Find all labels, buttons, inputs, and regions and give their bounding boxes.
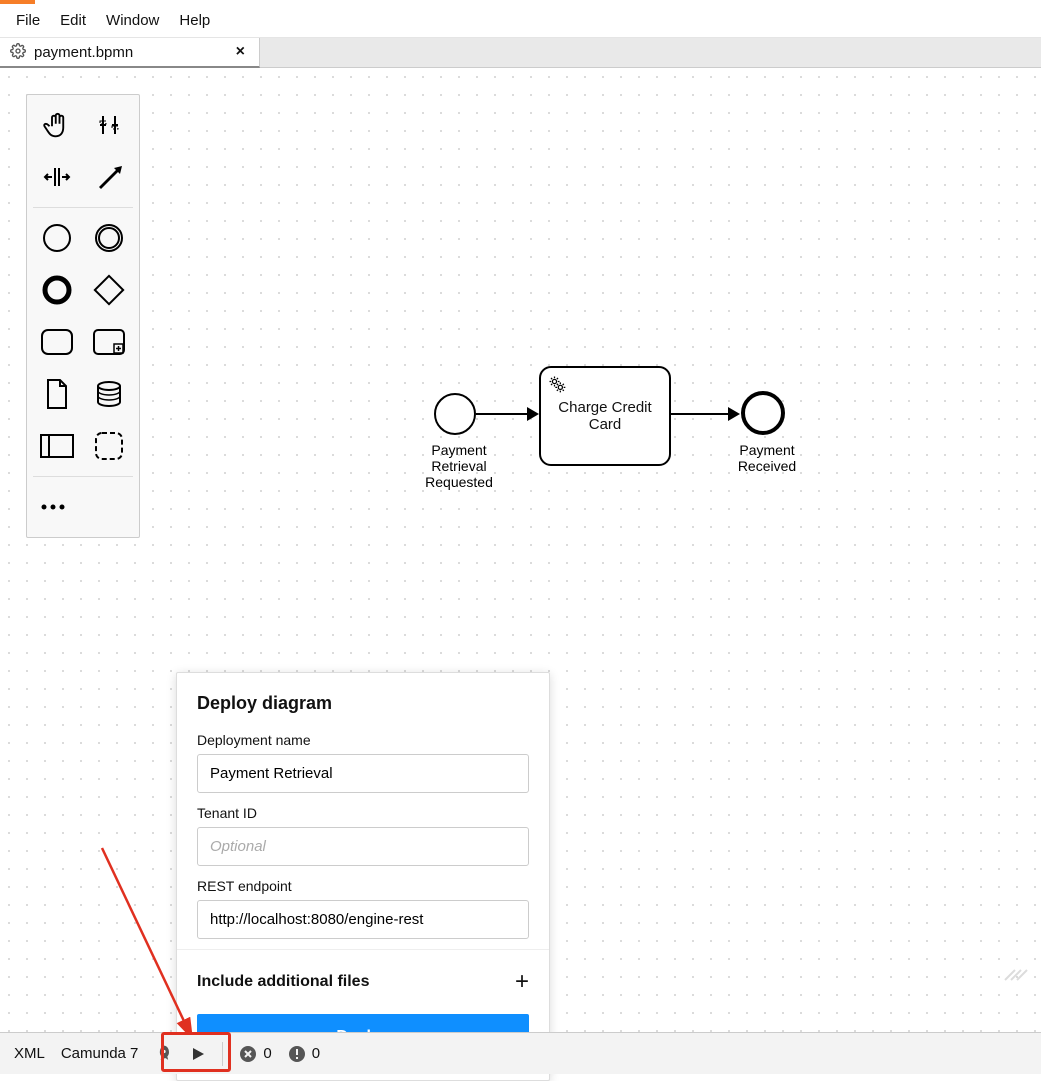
canvas[interactable]: Payment Retrieval Requested Charge Credi… (0, 68, 1041, 1032)
tab-payment-bpmn[interactable]: payment.bpmn × (0, 38, 260, 68)
errors-indicator[interactable]: 0 (239, 1045, 271, 1063)
annotation-highlight (161, 1032, 231, 1072)
task-label: Charge Credit Card (545, 399, 665, 433)
rest-endpoint-label: REST endpoint (197, 878, 529, 894)
errors-count: 0 (263, 1045, 271, 1062)
menu-window[interactable]: Window (96, 8, 169, 33)
tab-title: payment.bpmn (34, 44, 224, 61)
xml-toggle[interactable]: XML (14, 1045, 45, 1062)
start-event[interactable] (434, 393, 476, 435)
statusbar: XML Camunda 7 0 0 (0, 1032, 1041, 1074)
sequence-flow-1[interactable] (476, 413, 528, 415)
deploy-dialog: Deploy diagram Deployment name Tenant ID… (176, 672, 550, 1081)
include-files-row: Include additional files + (177, 949, 549, 1014)
sequence-flow-2[interactable] (671, 413, 729, 415)
service-task-icon (547, 374, 567, 398)
end-event-label: Payment Received (732, 442, 802, 474)
arrowhead-icon (728, 407, 740, 421)
close-icon[interactable]: × (232, 43, 249, 61)
tabbar: payment.bpmn × (0, 38, 1041, 68)
tenant-id-input[interactable] (197, 827, 529, 866)
menu-edit[interactable]: Edit (50, 8, 96, 33)
gear-icon (10, 43, 26, 62)
arrowhead-icon (527, 407, 539, 421)
rest-endpoint-input[interactable] (197, 900, 529, 939)
warnings-count: 0 (312, 1045, 320, 1062)
warning-circle-icon (288, 1045, 306, 1063)
deploy-dialog-title: Deploy diagram (197, 693, 529, 714)
start-event-label: Payment Retrieval Requested (419, 442, 499, 490)
menu-file[interactable]: File (6, 8, 50, 33)
warnings-indicator[interactable]: 0 (288, 1045, 320, 1063)
menubar: File Edit Window Help (0, 4, 1041, 38)
end-event[interactable] (741, 391, 785, 435)
deployment-name-label: Deployment name (197, 732, 529, 748)
engine-label[interactable]: Camunda 7 (61, 1045, 139, 1062)
service-task-charge-credit-card[interactable]: Charge Credit Card (539, 366, 671, 466)
error-circle-icon (239, 1045, 257, 1063)
tenant-id-label: Tenant ID (197, 805, 529, 821)
include-files-label: Include additional files (197, 973, 369, 991)
deployment-name-input[interactable] (197, 754, 529, 793)
resize-grip-icon (1003, 968, 1029, 982)
menu-help[interactable]: Help (169, 8, 220, 33)
add-file-button[interactable]: + (515, 968, 529, 996)
